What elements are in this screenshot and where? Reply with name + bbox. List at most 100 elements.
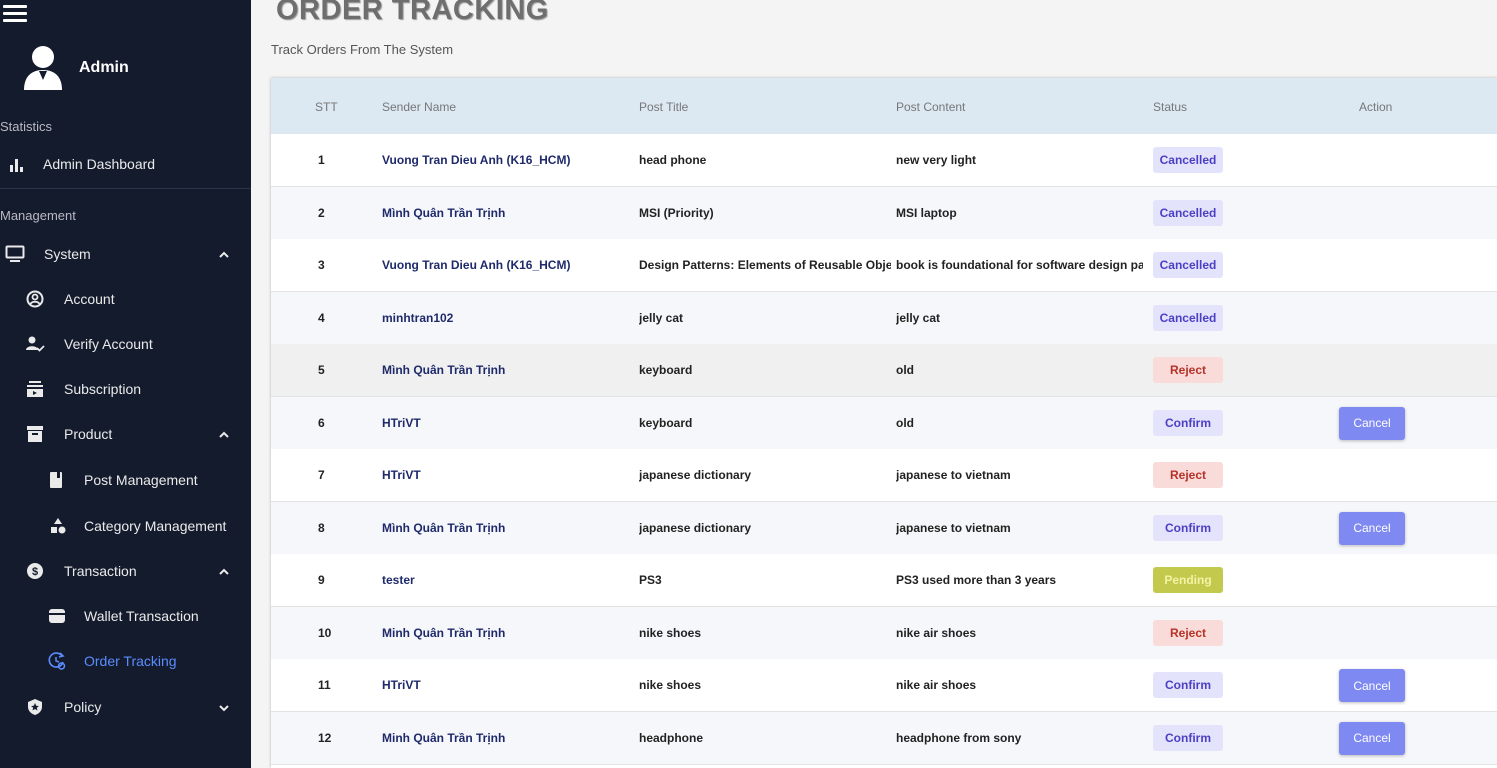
post-content-cell: old [896, 363, 914, 377]
table-row[interactable]: 3 Vuong Tran Dieu Anh (K16_HCM) Design Pat… [271, 239, 1497, 292]
monitor-icon [5, 244, 25, 264]
table-row[interactable]: 8 Mình Quân Trần Trịnh japanese dictionary… [271, 501, 1497, 555]
stt-cell: 10 [318, 625, 332, 640]
menu-icon[interactable] [3, 5, 27, 23]
column-header-sender[interactable]: Sender Name [382, 100, 456, 114]
status-badge: Reject [1153, 462, 1223, 488]
sidebar-item-category-management[interactable]: Category Management [0, 506, 251, 546]
admin-name: Admin [79, 59, 129, 76]
sidebar-item-system[interactable]: System [0, 234, 251, 274]
post-title-cell: headphone [639, 730, 704, 745]
order-tracking-icon [47, 651, 67, 671]
status-badge: Cancelled [1153, 304, 1223, 331]
svg-text:$: $ [32, 566, 38, 578]
sidebar-item-admin-dashboard[interactable]: Admin Dashboard [0, 144, 251, 184]
post-title-cell: PS3 [639, 573, 662, 587]
chevron-up-icon[interactable] [217, 428, 231, 442]
page-title: ORDER TRACKING [276, 0, 549, 26]
stt-cell: 6 [318, 415, 325, 430]
status-badge: Cancelled [1153, 252, 1223, 278]
table-row[interactable]: 9 tester PS3 PS3 used more than 3 years Pend… [271, 554, 1497, 607]
column-header-stt[interactable]: STT [315, 100, 338, 114]
table-row[interactable]: 4 minhtran102 jelly cat jelly cat Cancelled [271, 291, 1497, 345]
column-header-content[interactable]: Post Content [896, 100, 965, 114]
sidebar-item-verify-account[interactable]: Verify Account [0, 324, 251, 364]
post-content-cell: nike air shoes [896, 678, 977, 692]
table-header: STT Sender Name Post Title Post Content … [271, 78, 1497, 134]
sidebar-item-label: Policy [64, 699, 102, 715]
sender-name-cell: Minh Quân Trần Trịnh [382, 625, 506, 640]
chevron-up-icon[interactable] [217, 565, 231, 579]
post-title-cell: jelly cat [639, 310, 684, 325]
sidebar-item-subscription[interactable]: Subscription [0, 369, 251, 409]
order-table: STT Sender Name Post Title Post Content … [271, 78, 1497, 768]
table-row[interactable]: 12 Minh Quân Trần Trịnh headphone headphone… [271, 711, 1497, 765]
sidebar-item-account[interactable]: Account [0, 279, 251, 319]
status-badge: Confirm [1153, 672, 1223, 698]
sender-name-cell: HTriVT [382, 415, 421, 430]
stt-cell: 11 [318, 678, 331, 692]
post-content-cell: PS3 used more than 3 years [896, 573, 1057, 587]
sender-name-cell: tester [382, 573, 415, 587]
avatar [22, 44, 64, 92]
sender-name-cell: Minh Quân Trần Trịnh [382, 730, 506, 745]
table-row[interactable]: 1 Vuong Tran Dieu Anh (K16_HCM) head phone… [271, 134, 1497, 187]
chevron-down-icon[interactable] [217, 701, 231, 715]
table-row[interactable]: 2 Mình Quân Trần Trịnh MSI (Priority) MSI l… [271, 186, 1497, 240]
subscription-icon [25, 379, 45, 399]
sidebar-item-label: Account [64, 291, 115, 307]
post-content-cell: book is foundational for software design… [896, 258, 1143, 272]
post-title-cell: keyboard [639, 415, 693, 430]
table-row[interactable]: 6 HTriVT keyboard old Confirm Cancel [271, 396, 1497, 450]
sidebar-item-transaction[interactable]: $ Transaction [0, 551, 251, 591]
section-management: Management [0, 208, 76, 223]
post-title-cell: head phone [639, 153, 707, 167]
sidebar: Admin Statistics Admin Dashboard Managem… [0, 0, 251, 768]
table-row[interactable]: 11 HTriVT nike shoes nike air shoes Confirm C… [271, 659, 1497, 712]
sidebar-item-product[interactable]: Product [0, 414, 251, 454]
stt-cell: 2 [318, 205, 325, 220]
table-row[interactable]: 7 HTriVT japanese dictionary japanese to vi… [271, 449, 1497, 502]
sidebar-item-wallet-transaction[interactable]: Wallet Transaction [0, 596, 251, 636]
sender-name-cell: HTriVT [382, 678, 421, 692]
column-header-status[interactable]: Status [1153, 100, 1187, 114]
sender-name-cell: Mình Quân Trần Trịnh [382, 205, 506, 220]
sender-name-cell: Mình Quân Trần Trịnh [382, 520, 506, 535]
admin-profile: Admin [22, 44, 129, 92]
post-icon [46, 470, 66, 490]
post-title-cell: MSI (Priority) [639, 205, 714, 220]
account-circle-icon [25, 289, 45, 309]
chevron-up-icon[interactable] [217, 248, 231, 262]
sidebar-item-post-management[interactable]: Post Management [0, 460, 251, 500]
sidebar-item-policy[interactable]: Policy [0, 687, 251, 727]
table-row[interactable]: 10 Minh Quân Trần Trịnh nike shoes nike air… [271, 606, 1497, 660]
status-badge: Cancelled [1153, 147, 1223, 173]
post-title-cell: japanese dictionary [639, 468, 752, 482]
status-badge: Pending [1153, 567, 1223, 593]
status-badge: Reject [1153, 357, 1223, 383]
sidebar-item-label: Post Management [84, 472, 198, 488]
sender-name-cell: Vuong Tran Dieu Anh (K16_HCM) [382, 258, 571, 272]
cancel-button[interactable]: Cancel [1339, 511, 1405, 545]
sidebar-item-order-tracking[interactable]: Order Tracking [0, 641, 251, 681]
cancel-button[interactable]: Cancel [1339, 406, 1405, 440]
dollar-circle-icon: $ [25, 561, 45, 581]
post-title-cell: japanese dictionary [639, 520, 752, 535]
sender-name-cell: minhtran102 [382, 310, 454, 325]
status-badge: Reject [1153, 619, 1223, 646]
cancel-button[interactable]: Cancel [1339, 721, 1405, 755]
table-row[interactable]: 5 Mình Quân Trần Trịnh keyboard old Reject [271, 344, 1497, 397]
post-title-cell: Design Patterns: Elements of Reusable Ob… [639, 258, 891, 272]
sidebar-item-label: Transaction [64, 563, 137, 579]
column-header-title[interactable]: Post Title [639, 100, 688, 114]
post-content-cell: japanese to vietnam [896, 520, 1011, 535]
post-content-cell: jelly cat [896, 310, 941, 325]
post-title-cell: nike shoes [639, 678, 702, 692]
stt-cell: 4 [318, 310, 325, 325]
status-badge: Confirm [1153, 514, 1223, 541]
post-content-cell: new very light [896, 153, 977, 167]
shield-icon [25, 697, 45, 717]
cancel-button[interactable]: Cancel [1339, 669, 1405, 702]
post-title-cell: keyboard [639, 363, 693, 377]
archive-icon [25, 424, 45, 444]
